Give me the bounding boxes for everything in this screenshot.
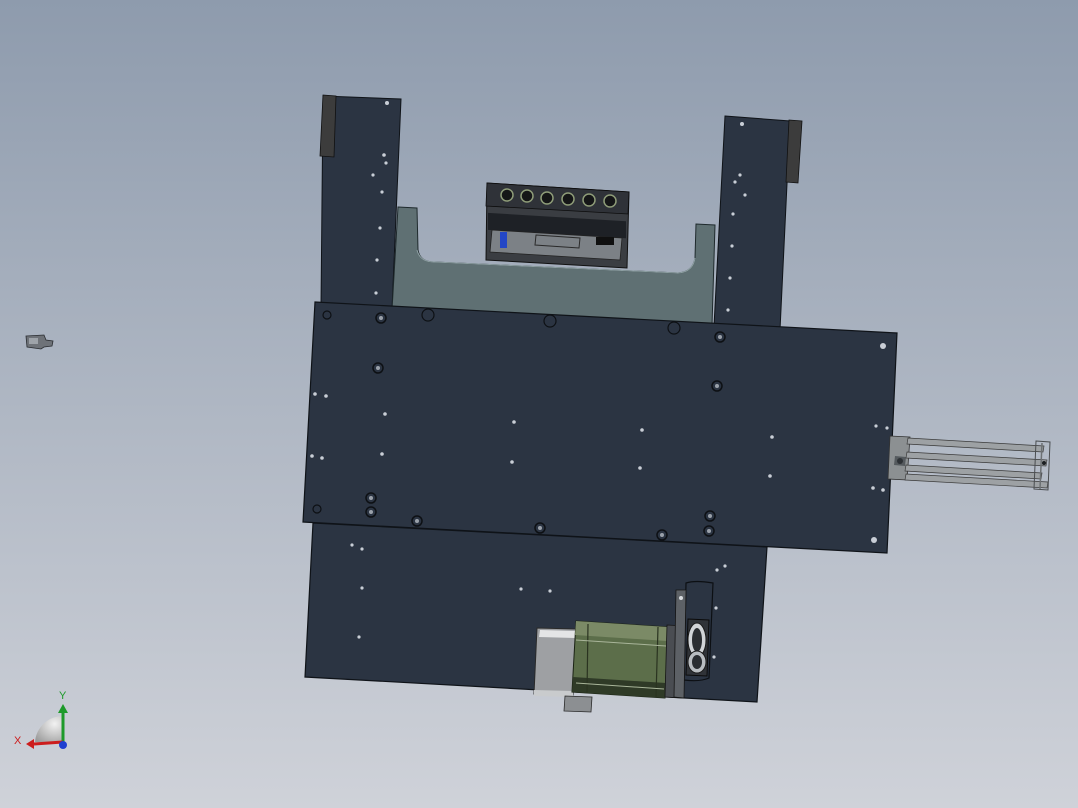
blue-indicator: [500, 232, 507, 248]
triad-x-label: X: [14, 735, 22, 747]
main-plate[interactable]: [302, 301, 898, 554]
triad-x-axis: [33, 740, 64, 746]
pulley[interactable]: [685, 618, 710, 677]
3d-viewport[interactable]: Y X: [0, 0, 1078, 808]
left-bumper: [319, 94, 337, 158]
triad-y-label: Y: [59, 690, 67, 702]
triad-z-axis: [59, 741, 67, 749]
motor-shaft-housing: [563, 695, 593, 713]
connector-block[interactable]: [485, 182, 630, 269]
model-scene[interactable]: Y X: [0, 0, 1078, 808]
left-arm[interactable]: [319, 94, 402, 311]
